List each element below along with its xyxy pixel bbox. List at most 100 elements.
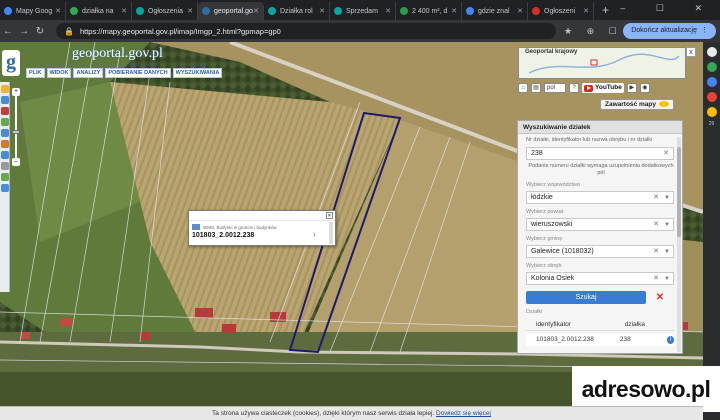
menu-wyszukiwania[interactable]: WYSZUKIWANIA — [172, 68, 223, 78]
zoom-slider[interactable]: + – — [12, 88, 20, 166]
search-button[interactable]: Szukaj — [526, 291, 646, 304]
address-bar[interactable]: 🔒 https://mapy.geoportal.gov.pl/imap/Img… — [56, 23, 556, 39]
popup-close-icon[interactable]: ✕ — [326, 212, 333, 219]
extension-icon[interactable] — [706, 107, 717, 117]
commune-select[interactable]: Galewice (1018032) ✕ ▼ — [526, 245, 674, 258]
profile-icon[interactable] — [706, 47, 717, 57]
browser-tab[interactable]: Ogłoszeni ✕ — [528, 2, 594, 20]
tab-close-icon[interactable]: ✕ — [253, 7, 259, 15]
tab-close-icon[interactable]: ✕ — [451, 7, 457, 15]
toolbar-icons[interactable]: ★ ⊕ ☐ — [564, 26, 623, 37]
overview-close-icon[interactable]: x — [686, 47, 696, 57]
cookie-text: Ta strona używa ciasteczek (cookies), dz… — [212, 410, 435, 417]
overview-map[interactable]: Geoportal krajowy — [518, 47, 686, 79]
back-icon[interactable]: ← — [0, 26, 16, 37]
popup-parcel-id[interactable]: 101803_2.0012.238 — [192, 232, 254, 239]
map-content-button[interactable]: Zawartość mapy — [600, 99, 674, 110]
tab-close-icon[interactable]: ✕ — [583, 7, 589, 15]
pan-tool-icon[interactable] — [1, 85, 9, 93]
reload-icon[interactable]: ↻ — [32, 26, 48, 37]
tab-close-icon[interactable]: ✕ — [385, 7, 391, 15]
help-icon[interactable]: ? — [569, 83, 579, 93]
forward-icon[interactable]: → — [16, 26, 32, 37]
clear-select-icon[interactable]: ✕ — [653, 273, 659, 285]
print-tool-icon[interactable] — [1, 129, 9, 137]
home-icon[interactable]: ⌂ — [518, 83, 528, 93]
clear-select-icon[interactable]: ✕ — [653, 192, 659, 204]
browser-tab-active[interactable]: geoportal.go ✕ — [198, 2, 264, 20]
info-tool-icon[interactable] — [1, 96, 9, 104]
menu-pobieranie-danych[interactable]: POBIERANIE DANYCH — [105, 68, 171, 78]
tab-close-icon[interactable]: ✕ — [187, 7, 193, 15]
extension-icon[interactable] — [706, 77, 717, 87]
menu-plik[interactable]: PLIK — [26, 68, 45, 78]
eye-icon[interactable]: ◉ — [639, 83, 650, 93]
browser-tab[interactable]: Ogłoszenia ✕ — [132, 2, 198, 20]
browser-toolbar: ← → ↻ 🔒 https://mapy.geoportal.gov.pl/im… — [0, 20, 720, 42]
chevron-down-icon[interactable]: ▼ — [664, 219, 670, 231]
tab-title: 2 400 m², d — [412, 7, 448, 15]
tab-close-icon[interactable]: ✕ — [121, 7, 127, 15]
menu-widok[interactable]: WIDOK — [46, 68, 72, 78]
browser-tab[interactable]: gdzie znal ✕ — [462, 2, 528, 20]
chevron-down-icon[interactable]: ▼ — [664, 246, 670, 258]
browser-tab[interactable]: 2 400 m², d ✕ — [396, 2, 462, 20]
panel-scrollbar[interactable] — [677, 137, 681, 352]
chevron-right-icon[interactable]: › — [313, 230, 316, 239]
measure-tool-icon[interactable] — [1, 107, 9, 115]
zoom-knob[interactable] — [12, 130, 20, 134]
layer-tool-icon[interactable] — [1, 118, 9, 126]
zoom-out-icon[interactable]: – — [12, 158, 20, 166]
voivodeship-select[interactable]: łódzkie ✕ ▼ — [526, 191, 674, 204]
clear-select-icon[interactable]: ✕ — [653, 246, 659, 258]
zoom-in-icon[interactable]: + — [12, 88, 20, 96]
clear-input-icon[interactable]: ✕ — [663, 148, 669, 160]
table-row[interactable]: 101803_2.0012.238 238 i — [526, 334, 674, 346]
map-content-label: Zawartość mapy — [605, 101, 656, 108]
zoom-track[interactable] — [15, 96, 17, 158]
overview-title: Geoportal krajowy — [525, 49, 578, 55]
tab-title: Ogłoszenia — [148, 7, 184, 15]
panel-scroll-thumb[interactable] — [677, 147, 681, 237]
tab-close-icon[interactable]: ✕ — [517, 7, 523, 15]
share-tool-icon[interactable] — [1, 173, 9, 181]
play-icon[interactable]: ▶ — [626, 83, 637, 93]
clear-select-icon[interactable]: ✕ — [653, 219, 659, 231]
chevron-down-icon[interactable]: ▼ — [664, 273, 670, 285]
voivodeship-value: łódzkie — [531, 194, 553, 201]
browser-tab[interactable]: działka na ✕ — [66, 2, 132, 20]
tab-close-icon[interactable]: ✕ — [55, 7, 61, 15]
parcel-search-panel: Wyszukiwanie działek Nr działki, identyf… — [517, 120, 683, 354]
browser-tab[interactable]: Sprzedam ✕ — [330, 2, 396, 20]
map-controls-row: ⌂ ▤ pol ? YouTube ▶ ◉ — [518, 82, 650, 94]
geoportal-logo-icon[interactable]: g — [2, 50, 20, 76]
new-tab-button[interactable]: + — [602, 2, 609, 20]
menu-dots-icon[interactable]: ⋮ — [701, 27, 708, 34]
draw-tool-icon[interactable] — [1, 140, 9, 148]
browser-tab[interactable]: Mapy Goog ✕ — [0, 2, 66, 20]
feature-info-popup: ✕ WMS, Budynki w gruncie i budynków 1018… — [188, 210, 336, 246]
chevron-down-icon[interactable]: ▼ — [664, 192, 670, 204]
youtube-link[interactable]: YouTube — [582, 83, 624, 93]
clear-search-icon[interactable]: ✕ — [652, 292, 668, 303]
help-tool-icon[interactable] — [1, 184, 9, 192]
cookie-learn-more-link[interactable]: Dowiedz się więcej — [436, 410, 491, 417]
language-select[interactable]: pol — [544, 83, 566, 93]
print-icon[interactable]: ▤ — [531, 83, 541, 93]
settings-tool-icon[interactable] — [1, 162, 9, 170]
update-button[interactable]: Dokończ aktualizację ⋮ — [623, 23, 716, 39]
window-controls[interactable]: – ☐ ✕ — [620, 3, 716, 14]
browser-tab[interactable]: Działka rol ✕ — [264, 2, 330, 20]
county-label: Wybierz powiat — [526, 209, 564, 215]
popup-scrollbar[interactable] — [329, 222, 333, 244]
parcel-input[interactable]: 238 ✕ — [526, 147, 674, 160]
extension-icon[interactable] — [706, 92, 717, 102]
tab-close-icon[interactable]: ✕ — [319, 7, 325, 15]
county-select[interactable]: wieruszowski ✕ ▼ — [526, 218, 674, 231]
precinct-select[interactable]: Kolonia Osiek ✕ ▼ — [526, 272, 674, 285]
extension-icon[interactable] — [706, 62, 717, 72]
panel-title: Wyszukiwanie działek — [518, 121, 682, 134]
menu-analizy[interactable]: ANALIZY — [73, 68, 104, 78]
search-tool-icon[interactable] — [1, 151, 9, 159]
info-icon[interactable]: i — [666, 336, 674, 344]
